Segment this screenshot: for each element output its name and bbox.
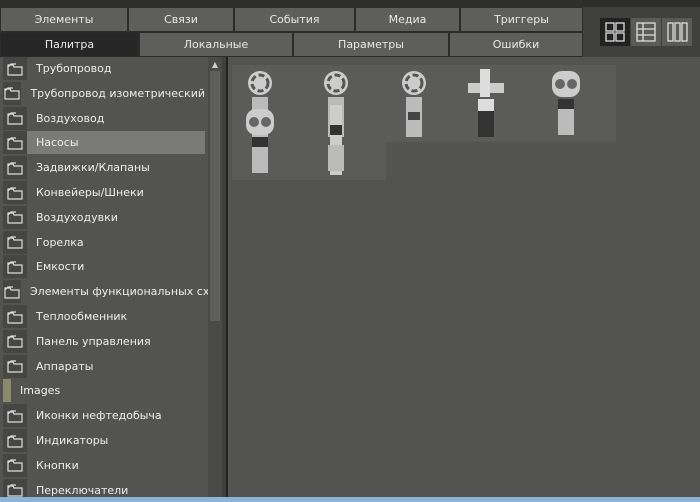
folder-icon [3, 131, 27, 155]
tree-item-label: Задвижки/Клапаны [36, 161, 150, 175]
tab-0[interactable]: Палитра [0, 32, 139, 57]
tree-item[interactable]: Images [0, 378, 205, 403]
folder-icon [3, 478, 27, 497]
folder-icon [3, 329, 27, 353]
scroll-thumb[interactable] [210, 71, 220, 321]
table-view-button[interactable] [631, 18, 661, 46]
tree-item-label: Теплообменник [36, 310, 128, 323]
folder-icon [3, 453, 27, 477]
columns-view-button[interactable] [662, 18, 692, 46]
columns-icon [667, 22, 688, 42]
tree-item[interactable]: Насосы [0, 130, 205, 155]
tree-item[interactable]: Воздуходувки [0, 205, 205, 230]
palette-tree: Трубопровод Трубопровод изометрический Воз… [0, 57, 222, 497]
tree-item-label: Панель управления [36, 334, 151, 348]
tree-item-label: Воздуходувки [36, 210, 118, 224]
taskbar [0, 497, 700, 502]
tab-0[interactable]: Элементы [0, 7, 128, 32]
tree-item[interactable]: Конвейеры/Шнеки [0, 180, 205, 205]
tab-4[interactable]: Триггеры [460, 7, 583, 32]
tab-2[interactable]: Параметры [293, 32, 449, 57]
folder-icon [3, 81, 22, 105]
scroll-up-arrow-icon[interactable]: ▲ [208, 60, 222, 69]
folder-icon [3, 255, 27, 279]
tab-3[interactable]: Медиа [355, 7, 460, 32]
tree-scrollbar[interactable]: ▲ [208, 57, 222, 497]
folder-icon [3, 156, 27, 180]
tree-item-label: Конвейеры/Шнеки [36, 186, 144, 199]
tree-item-label: Трубопровод изометрический [30, 86, 205, 100]
folder-icon [3, 205, 27, 229]
tree-item-label: Индикаторы [36, 434, 109, 447]
palette-content [226, 57, 700, 497]
tree-item[interactable]: Аппараты [0, 354, 205, 379]
tree-item[interactable]: Задвижки/Клапаны [0, 155, 205, 180]
top-strip [0, 0, 700, 7]
tree-item[interactable]: Индикаторы [0, 428, 205, 453]
tree-item[interactable]: Горелка [0, 230, 205, 255]
folder-icon [3, 305, 27, 328]
tree-item-label: Элементы функциональных схем [30, 285, 222, 299]
tree-item[interactable]: Кнопки [0, 453, 205, 478]
folder-icon [3, 280, 21, 304]
folder-icon [3, 57, 27, 80]
tree-item-label: Насосы [27, 131, 205, 155]
tree-item[interactable]: Воздуховод [0, 106, 205, 131]
tree-item-label: Трубопровод [36, 62, 112, 75]
tree-item-label: Images [20, 384, 61, 398]
tree-item[interactable]: Переключатели [0, 478, 205, 497]
submersible-pump-icon[interactable] [318, 105, 354, 184]
file-icon [3, 379, 11, 403]
tree-item[interactable]: Трубопровод изометрический [0, 81, 205, 106]
tab-1[interactable]: Локальные [139, 32, 293, 57]
tree-item-label: Воздуховод [36, 111, 105, 125]
tree-item-label: Емкости [36, 260, 85, 274]
tree-item-label: Горелка [36, 235, 84, 249]
tab-3[interactable]: Ошибки [449, 32, 583, 57]
tree-item-label: Переключатели [36, 483, 129, 497]
folder-icon [3, 181, 27, 204]
tree-item[interactable]: Трубопровод [0, 57, 205, 81]
folder-icon [3, 354, 27, 378]
tree-item[interactable]: Емкости [0, 254, 205, 279]
table-icon [636, 22, 656, 42]
tab-1[interactable]: Связи [128, 7, 234, 32]
blower-pump-icon[interactable] [396, 67, 432, 146]
folder-icon [3, 230, 27, 254]
tree-item-label: Иконки нефтедобыча [36, 409, 162, 423]
tree-item-label: Аппараты [36, 359, 94, 373]
tab-2[interactable]: События [234, 7, 355, 32]
folder-icon [3, 106, 27, 130]
grid-view-button[interactable] [600, 18, 630, 46]
tree-item-label: Кнопки [36, 458, 79, 472]
gear-pump-icon[interactable] [242, 105, 278, 184]
folder-icon [3, 404, 27, 428]
tree-item[interactable]: Иконки нефтедобыча [0, 403, 205, 428]
tree-item[interactable]: Теплообменник [0, 304, 205, 329]
folder-icon [3, 429, 27, 452]
inline-pump-icon[interactable] [468, 67, 504, 146]
grid-icon [605, 22, 625, 42]
gear-pump-vertical-icon[interactable] [548, 67, 584, 146]
tree-item[interactable]: Панель управления [0, 329, 205, 354]
tree-item[interactable]: Элементы функциональных схем [0, 279, 222, 304]
